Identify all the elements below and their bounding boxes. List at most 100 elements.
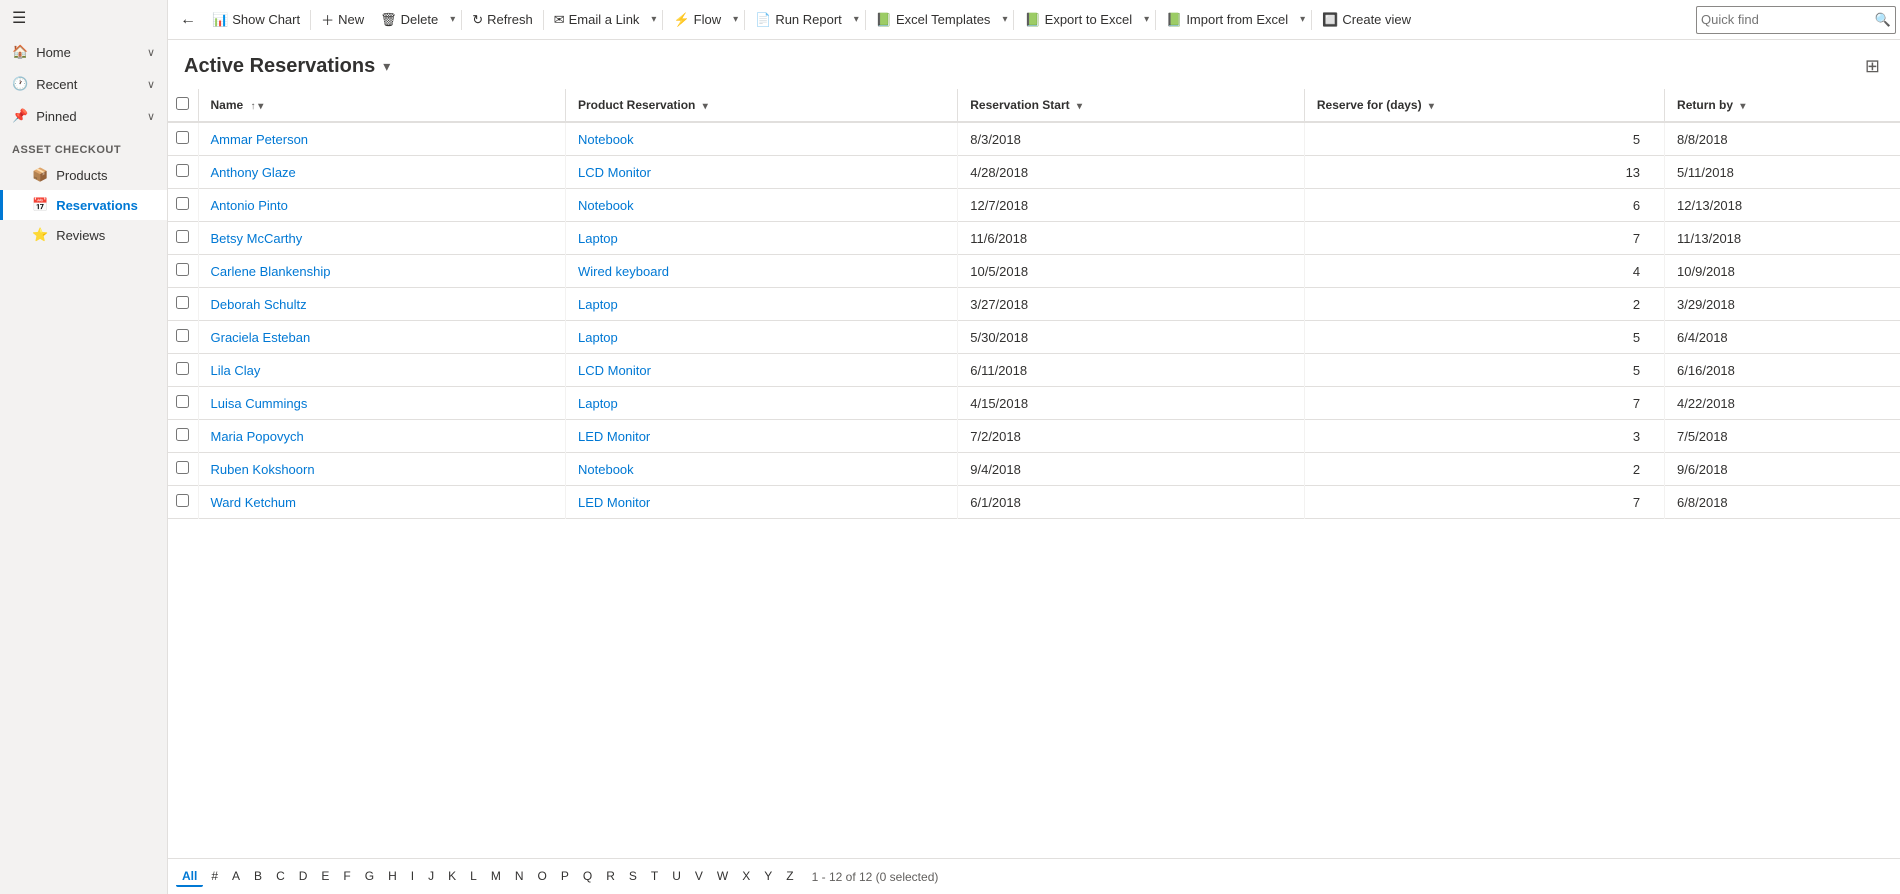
pagination-letter-z[interactable]: Z (780, 867, 799, 887)
row-name-link[interactable]: Maria Popovych (211, 429, 304, 444)
row-checkbox[interactable] (176, 362, 189, 375)
pagination-letter-l[interactable]: L (464, 867, 483, 887)
import-from-excel-button[interactable]: 📗 Import from Excel (1158, 4, 1296, 36)
pagination-letter-c[interactable]: C (270, 867, 291, 887)
delete-button[interactable]: 🗑 Delete (372, 4, 446, 36)
excel-templates-button[interactable]: 📗 Excel Templates (868, 4, 999, 36)
header-return-by[interactable]: Return by ▾ (1665, 89, 1900, 122)
pagination-letter-y[interactable]: Y (758, 867, 778, 887)
pagination-letter-q[interactable]: Q (577, 867, 598, 887)
excel-templates-dropdown-arrow[interactable]: ▾ (998, 4, 1011, 36)
sidebar-item-reviews[interactable]: ⭐ Reviews (0, 220, 167, 250)
row-name-link[interactable]: Ward Ketchum (211, 495, 297, 510)
row-checkbox[interactable] (176, 461, 189, 474)
row-product-link[interactable]: Laptop (578, 396, 618, 411)
row-product-link[interactable]: Laptop (578, 297, 618, 312)
back-button[interactable]: ← (172, 4, 204, 36)
filter-icon-button[interactable]: ⊞ (1861, 52, 1884, 81)
import-dropdown-arrow[interactable]: ▾ (1296, 4, 1309, 36)
pagination-letter-#[interactable]: # (205, 867, 224, 887)
row-checkbox[interactable] (176, 494, 189, 507)
row-checkbox[interactable] (176, 131, 189, 144)
pagination-letter-e[interactable]: E (315, 867, 335, 887)
sidebar-item-recent[interactable]: 🕐 Recent ∨ (0, 68, 167, 100)
delete-dropdown-arrow[interactable]: ▾ (446, 4, 459, 36)
create-view-button[interactable]: 🔲 Create view (1314, 4, 1419, 36)
pagination-letter-i[interactable]: I (405, 867, 420, 887)
pagination-letter-x[interactable]: X (736, 867, 756, 887)
quick-find-input[interactable] (1701, 12, 1875, 27)
header-product-reservation[interactable]: Product Reservation ▾ (566, 89, 958, 122)
row-name-link[interactable]: Antonio Pinto (211, 198, 288, 213)
export-to-excel-button[interactable]: 📗 Export to Excel (1016, 4, 1140, 36)
pagination-letter-d[interactable]: D (293, 867, 314, 887)
pagination-letter-w[interactable]: W (711, 867, 734, 887)
export-dropdown-arrow[interactable]: ▾ (1140, 4, 1153, 36)
pagination-letter-v[interactable]: V (689, 867, 709, 887)
row-name-link[interactable]: Anthony Glaze (211, 165, 296, 180)
row-product-link[interactable]: LCD Monitor (578, 165, 651, 180)
pagination-letter-r[interactable]: R (600, 867, 621, 887)
header-reserve-for-days[interactable]: Reserve for (days) ▾ (1304, 89, 1664, 122)
pagination-letter-g[interactable]: G (359, 867, 380, 887)
row-checkbox[interactable] (176, 230, 189, 243)
row-checkbox-cell[interactable] (168, 189, 198, 222)
refresh-button[interactable]: ↻ Refresh (464, 4, 540, 36)
sidebar-item-products[interactable]: 📦 Products (0, 160, 167, 190)
email-link-button[interactable]: ✉ Email a Link (546, 4, 648, 36)
new-button[interactable]: ＋ New (313, 4, 372, 36)
row-product-link[interactable]: Notebook (578, 462, 634, 477)
page-title-dropdown-arrow[interactable]: ▾ (383, 58, 390, 75)
pagination-letter-b[interactable]: B (248, 867, 268, 887)
row-checkbox-cell[interactable] (168, 453, 198, 486)
row-checkbox-cell[interactable] (168, 387, 198, 420)
row-name-link[interactable]: Betsy McCarthy (211, 231, 303, 246)
row-checkbox-cell[interactable] (168, 122, 198, 156)
pagination-letter-h[interactable]: H (382, 867, 403, 887)
row-checkbox[interactable] (176, 263, 189, 276)
row-checkbox-cell[interactable] (168, 288, 198, 321)
row-product-link[interactable]: Notebook (578, 198, 634, 213)
sidebar-item-home[interactable]: 🏠 Home ∨ (0, 36, 167, 68)
pagination-letter-n[interactable]: N (509, 867, 530, 887)
row-product-link[interactable]: LED Monitor (578, 429, 650, 444)
flow-button[interactable]: ⚡ Flow (665, 4, 729, 36)
row-product-link[interactable]: Notebook (578, 132, 634, 147)
row-checkbox-cell[interactable] (168, 486, 198, 519)
pagination-letter-u[interactable]: U (666, 867, 687, 887)
row-checkbox-cell[interactable] (168, 420, 198, 453)
row-name-link[interactable]: Graciela Esteban (211, 330, 311, 345)
sidebar-item-pinned[interactable]: 📌 Pinned ∨ (0, 100, 167, 132)
row-checkbox[interactable] (176, 428, 189, 441)
select-all-checkbox[interactable] (176, 97, 189, 110)
run-report-dropdown-arrow[interactable]: ▾ (850, 4, 863, 36)
pagination-letter-o[interactable]: O (532, 867, 553, 887)
row-checkbox[interactable] (176, 296, 189, 309)
row-checkbox[interactable] (176, 395, 189, 408)
row-product-link[interactable]: LCD Monitor (578, 363, 651, 378)
header-name[interactable]: Name ↑ ▾ (198, 89, 566, 122)
flow-dropdown-arrow[interactable]: ▾ (729, 4, 742, 36)
email-dropdown-arrow[interactable]: ▾ (647, 4, 660, 36)
row-checkbox-cell[interactable] (168, 156, 198, 189)
row-name-link[interactable]: Luisa Cummings (211, 396, 308, 411)
pagination-letter-k[interactable]: K (442, 867, 462, 887)
pagination-letter-t[interactable]: T (645, 867, 664, 887)
row-product-link[interactable]: LED Monitor (578, 495, 650, 510)
pagination-letter-all[interactable]: All (176, 867, 203, 887)
pagination-letter-p[interactable]: P (555, 867, 575, 887)
row-name-link[interactable]: Deborah Schultz (211, 297, 307, 312)
row-product-link[interactable]: Laptop (578, 330, 618, 345)
row-checkbox[interactable] (176, 329, 189, 342)
row-name-link[interactable]: Carlene Blankenship (211, 264, 331, 279)
row-name-link[interactable]: Ruben Kokshoorn (211, 462, 315, 477)
row-name-link[interactable]: Lila Clay (211, 363, 261, 378)
pagination-letter-m[interactable]: M (485, 867, 507, 887)
row-name-link[interactable]: Ammar Peterson (211, 132, 309, 147)
show-chart-button[interactable]: 📊 Show Chart (204, 4, 308, 36)
sidebar-item-reservations[interactable]: 📅 Reservations (0, 190, 167, 220)
row-product-link[interactable]: Laptop (578, 231, 618, 246)
row-product-link[interactable]: Wired keyboard (578, 264, 669, 279)
pagination-letter-j[interactable]: J (422, 867, 440, 887)
pagination-letter-a[interactable]: A (226, 867, 246, 887)
